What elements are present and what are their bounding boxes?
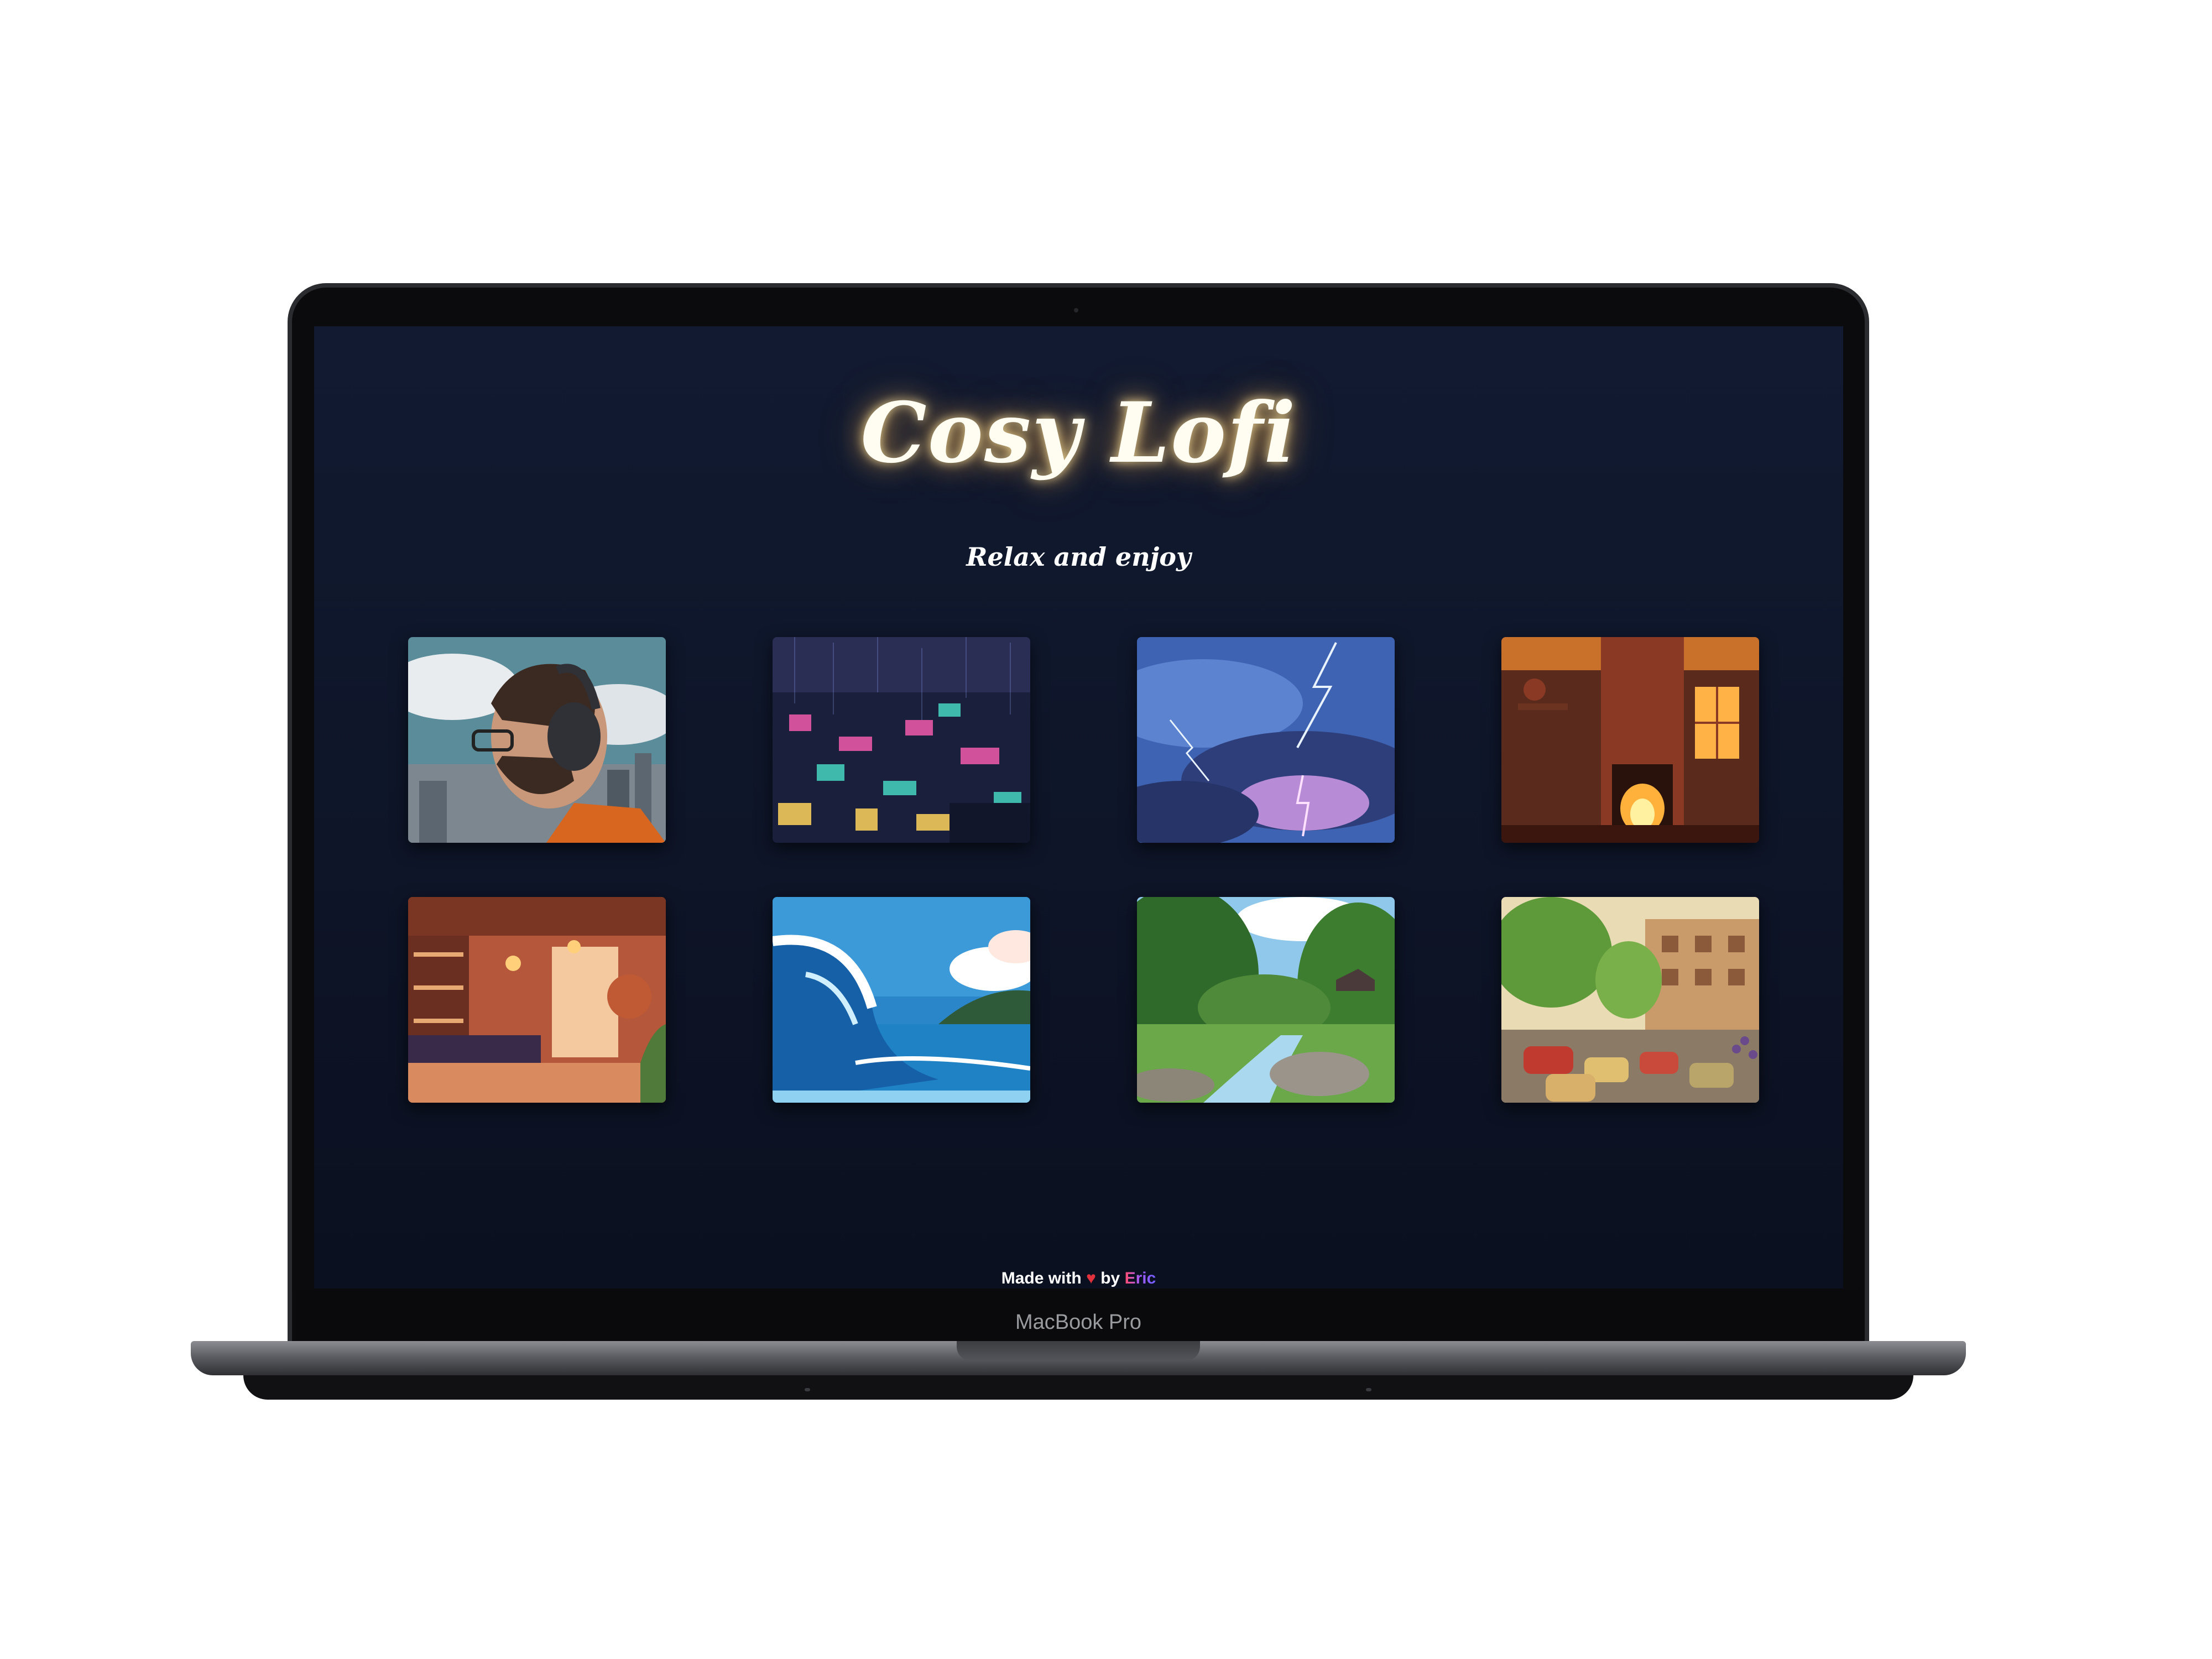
footer-made-with: Made with: [1001, 1269, 1082, 1287]
forest-river-icon: [1137, 897, 1395, 1103]
scene-tile-busy-street[interactable]: [1501, 897, 1759, 1103]
laptop-base-underside: [243, 1375, 1913, 1400]
scene-tile-rainy-city[interactable]: [773, 637, 1030, 843]
laptop-foot: [805, 1388, 810, 1391]
scene-tile-man-headphones[interactable]: [408, 637, 666, 843]
busy-street-icon: [1501, 897, 1759, 1103]
fireplace-room-icon: [1501, 637, 1759, 843]
rainy-city-night-icon: [773, 637, 1030, 843]
man-with-headphones-icon: [408, 637, 666, 843]
scene-tile-ocean-wave[interactable]: [773, 897, 1030, 1103]
laptop-model-label: MacBook Pro: [1015, 1311, 1142, 1334]
author-link[interactable]: Eric: [1125, 1269, 1156, 1287]
laptop-lid-notch: [957, 1341, 1200, 1361]
laptop-screen: Cosy Lofi Relax and enjoy Made with ♥ by…: [314, 326, 1843, 1288]
laptop-foot: [1366, 1388, 1371, 1391]
scene-tile-fireplace[interactable]: [1501, 637, 1759, 843]
coffee-shop-icon: [408, 897, 666, 1103]
scene-tile-coffee-shop[interactable]: [408, 897, 666, 1103]
heart-icon: ♥: [1086, 1269, 1096, 1287]
scene-tile-forest-river[interactable]: [1137, 897, 1395, 1103]
footer-by: by: [1100, 1269, 1120, 1287]
scene-grid: [314, 326, 1843, 1288]
webcam-icon: [1074, 308, 1078, 312]
ocean-wave-icon: [773, 897, 1030, 1103]
footer-credit: Made with ♥ by Eric: [314, 1269, 1843, 1288]
scene-tile-lightning-storm[interactable]: [1137, 637, 1395, 843]
lightning-storm-icon: [1137, 637, 1395, 843]
